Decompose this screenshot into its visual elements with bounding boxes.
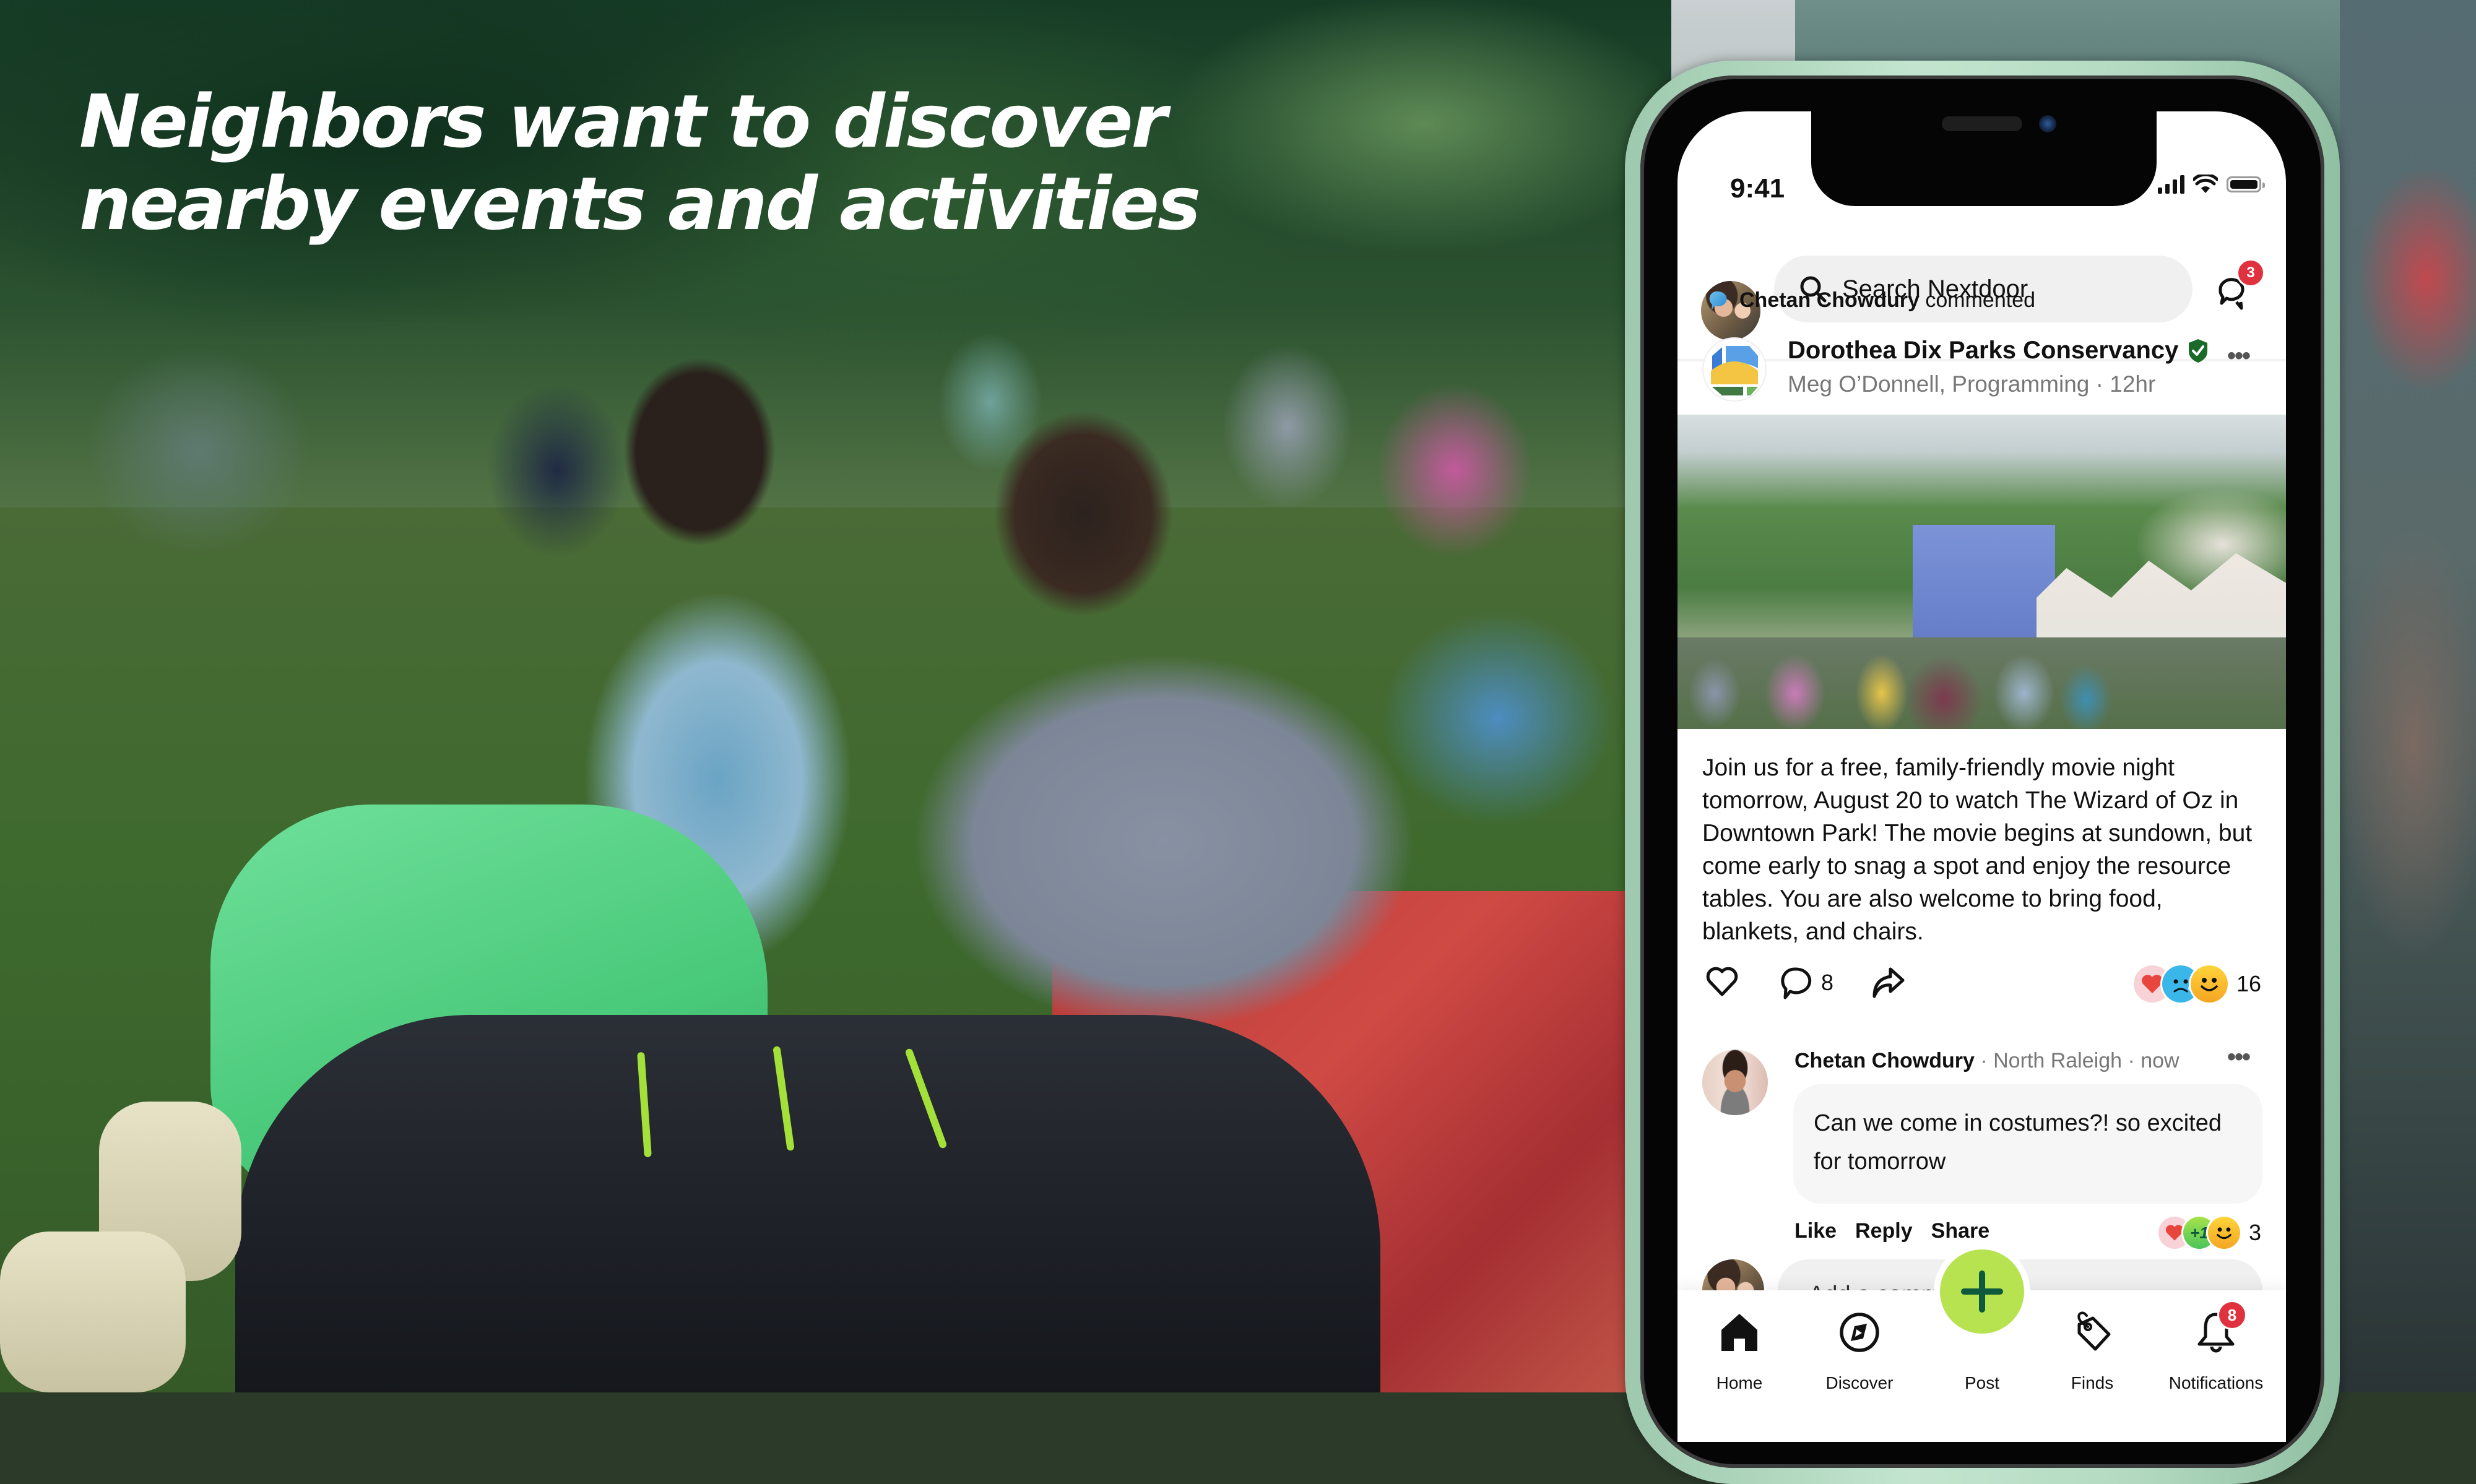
nav-finds[interactable]: Finds (2037, 1309, 2148, 1393)
status-time: 9:41 (1730, 173, 1785, 204)
headline-line-2: nearby events and activities (79, 161, 1201, 246)
post-author[interactable]: Dorothea Dix Parks Conservancy (1788, 337, 2209, 365)
messages-badge: 3 (2236, 259, 2265, 287)
smile-reaction-icon (2190, 965, 2228, 1003)
bg-bag-stripe (773, 1045, 795, 1152)
comment-reaction-count: 3 (2248, 1220, 2261, 1245)
post-reactions[interactable]: 16 (2133, 965, 2261, 1003)
nav-discover[interactable]: Discover (1804, 1309, 1915, 1393)
comment-button[interactable]: 8 (1778, 965, 1833, 1000)
bg-bottle (0, 1232, 186, 1392)
post-photo[interactable] (1677, 415, 2286, 729)
headline-line-1: Neighbors want to discover (79, 79, 1167, 164)
comment-count: 8 (1821, 970, 1834, 995)
tag-icon (2077, 1311, 2111, 1351)
commenter-avatar[interactable] (1702, 1050, 1768, 1115)
photo-audience (1677, 637, 2286, 729)
comment-bubble-icon (1709, 291, 1727, 310)
bg-black-backpack (235, 1015, 1380, 1392)
wifi-icon (2193, 175, 2218, 193)
speaker-grille (1942, 116, 2022, 131)
nav-notifications-label: Notifications (2168, 1373, 2264, 1392)
heart-icon (1706, 967, 1738, 996)
comment-icon (1781, 967, 1812, 999)
parks-logo-icon (1711, 346, 1758, 395)
nav-finds-label: Finds (2071, 1373, 2114, 1392)
post-more-button[interactable]: ••• (2227, 343, 2251, 368)
share-button[interactable] (1869, 965, 1905, 1000)
headline: Neighbors want to discover nearby events… (79, 79, 1201, 246)
battery-icon (2227, 176, 2265, 192)
compass-icon (1840, 1313, 1879, 1352)
comment-text: Can we come in costumes?! so excited for… (1814, 1110, 2222, 1175)
phone-screen: 9:41 Search Nextdoor 3 Chetan Chowdury c… (1677, 111, 2286, 1442)
nav-post-label: Post (1964, 1373, 2000, 1392)
post-action-row: 8 16 (1677, 965, 2286, 1003)
front-camera (2039, 115, 2056, 132)
nav-discover-label: Discover (1825, 1373, 1894, 1392)
activity-line: Chetan Chowdury commented (1708, 288, 2035, 313)
bg-bag-stripe (637, 1051, 652, 1158)
comment-header: Chetan Chowdury · North Raleigh · now (1794, 1049, 2179, 1073)
comment-meta: · North Raleigh · now (1974, 1049, 2179, 1072)
nav-notifications[interactable]: 8 Notifications (2160, 1300, 2272, 1393)
post-author-name[interactable]: Dorothea Dix Parks Conservancy (1788, 337, 2178, 365)
like-button[interactable] (1705, 965, 1739, 998)
comment-more-button[interactable]: ••• (2227, 1045, 2251, 1069)
notifications-badge: 8 (2217, 1300, 2247, 1330)
phone-notch (1811, 111, 2157, 206)
share-arrow-icon (1872, 967, 1905, 998)
comment-actions: Like Reply Share (1794, 1219, 1989, 1243)
verified-badge-icon (2189, 339, 2208, 363)
home-icon (1721, 1314, 1757, 1351)
comment-reply-button[interactable]: Reply (1855, 1219, 1913, 1243)
status-icons (2158, 175, 2265, 194)
nav-home[interactable]: Home (1684, 1309, 1795, 1393)
bottom-nav: Home Discover Post Finds 8 Notifications (1677, 1249, 2286, 1442)
post-subtitle: Meg O’Donnell, Programming · 12hr (1788, 371, 2156, 397)
comment-author[interactable]: Chetan Chowdury (1794, 1049, 1975, 1072)
plus-icon (1961, 1270, 2003, 1313)
activity-action: commented (1925, 288, 2035, 312)
comment-like-button[interactable]: Like (1794, 1219, 1837, 1243)
activity-actor[interactable]: Chetan Chowdury (1739, 288, 1920, 312)
post-body: Join us for a free, family-friendly movi… (1702, 754, 2253, 945)
smile-reaction-icon (2207, 1217, 2240, 1249)
comment-bubble: Can we come in costumes?! so excited for… (1793, 1084, 2262, 1204)
nav-home-label: Home (1716, 1373, 1763, 1392)
messages-button[interactable]: 3 (2213, 259, 2265, 314)
nav-post-button[interactable] (1940, 1249, 2024, 1334)
org-logo[interactable] (1703, 339, 1765, 400)
comment-reactions[interactable]: +1 3 (2158, 1217, 2261, 1249)
bg-right-crowd (2340, 0, 2476, 1392)
comment-share-button[interactable]: Share (1931, 1219, 1990, 1243)
bg-bag-stripe (904, 1048, 948, 1149)
reaction-count: 16 (2236, 971, 2261, 996)
cellular-signal-icon (2158, 175, 2184, 194)
